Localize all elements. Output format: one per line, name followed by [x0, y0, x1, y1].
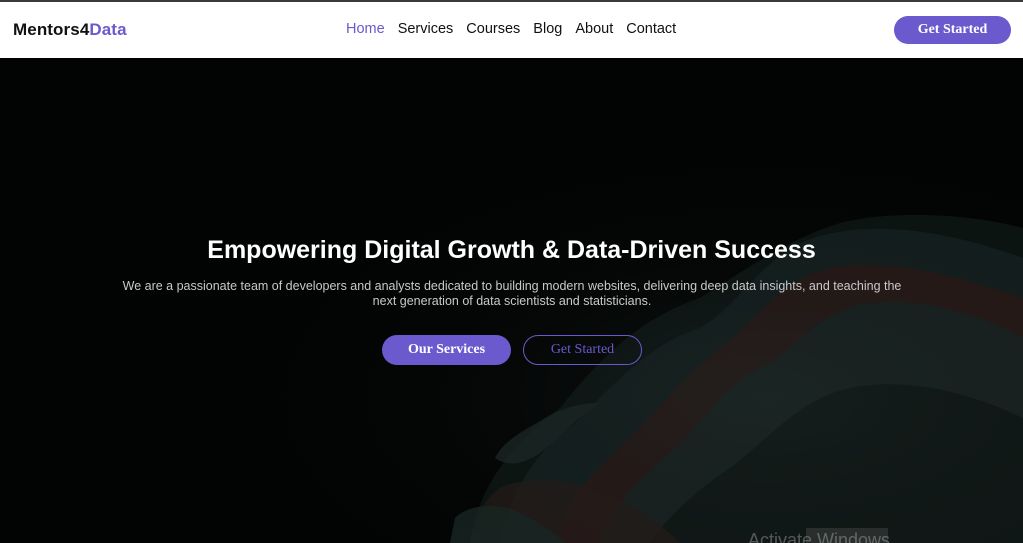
main-nav: Home Services Courses Blog About Contact: [346, 21, 689, 37]
nav-link-services[interactable]: Services: [398, 21, 454, 37]
nav-link-blog[interactable]: Blog: [533, 21, 562, 37]
get-started-hero-button[interactable]: Get Started: [523, 335, 642, 365]
hero-subtext: We are a passionate team of developers a…: [122, 279, 902, 308]
brand-logo[interactable]: Mentors4Data: [13, 20, 127, 40]
nav-link-contact[interactable]: Contact: [626, 21, 676, 37]
brand-name-accent: Data: [89, 20, 127, 39]
nav-link-about[interactable]: About: [575, 21, 613, 37]
our-services-button[interactable]: Our Services: [382, 335, 511, 365]
nav-link-courses[interactable]: Courses: [466, 21, 520, 37]
activate-windows-watermark: Activate Windows: [748, 530, 891, 543]
get-started-nav-button[interactable]: Get Started: [894, 16, 1011, 44]
hero-section: Empowering Digital Growth & Data-Driven …: [0, 58, 1023, 543]
hero-headline: Empowering Digital Growth & Data-Driven …: [207, 236, 816, 264]
navbar: Mentors4Data Home Services Courses Blog …: [0, 2, 1023, 58]
brand-name-main: Mentors4: [13, 20, 90, 39]
nav-link-home[interactable]: Home: [346, 21, 385, 37]
